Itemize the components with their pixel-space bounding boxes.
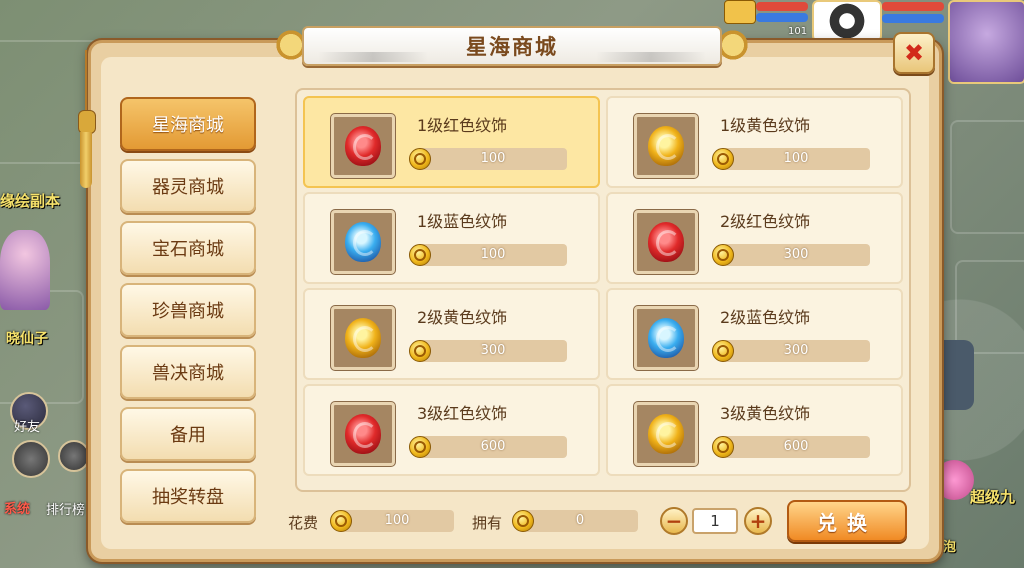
item-price-value: 600 — [480, 439, 506, 454]
item-icon-slot — [331, 306, 395, 370]
item-icon-slot — [331, 114, 395, 178]
red-gem-icon — [345, 126, 381, 166]
treasure-icon[interactable] — [724, 0, 756, 24]
shop-item-card[interactable]: 3级黄色纹饰 600 — [606, 384, 903, 476]
quantity-field[interactable]: 1 — [692, 508, 738, 534]
player-avatar[interactable] — [948, 0, 1024, 84]
minus-icon: − — [665, 509, 683, 533]
decrease-quantity-button[interactable]: − — [660, 507, 688, 535]
item-name: 1级蓝色纹饰 — [417, 212, 508, 231]
item-price-value: 100 — [783, 151, 809, 166]
rank-label[interactable]: 排行榜 — [46, 499, 85, 518]
item-name: 3级黄色纹饰 — [720, 404, 811, 423]
yellow-gem-icon — [345, 318, 381, 358]
item-price: 100 — [409, 244, 567, 266]
floor-tile — [950, 120, 1024, 234]
plus-icon: + — [749, 509, 767, 533]
npc-sprite[interactable] — [0, 230, 50, 310]
friend-label: 好友 — [14, 420, 41, 435]
item-price-value: 300 — [480, 343, 506, 358]
item-name: 1级黄色纹饰 — [720, 116, 811, 135]
pet-portrait[interactable] — [812, 0, 882, 42]
item-name: 2级蓝色纹饰 — [720, 308, 811, 327]
own-display: 0 — [512, 510, 638, 532]
increase-quantity-button[interactable]: + — [744, 507, 772, 535]
close-button[interactable]: ✖ — [893, 32, 935, 74]
scene-label-npc[interactable]: 晓仙子 — [6, 328, 48, 348]
shop-item-card[interactable]: 3级红色纹饰 600 — [303, 384, 600, 476]
item-icon-slot — [634, 402, 698, 466]
item-icon-slot — [331, 402, 395, 466]
chat-icon[interactable] — [12, 440, 50, 478]
scene-label-player[interactable]: 超级九 — [970, 486, 1015, 507]
item-name: 3级红色纹饰 — [417, 404, 508, 423]
item-price-value: 100 — [480, 151, 506, 166]
shop-item-card[interactable]: 2级蓝色纹饰 300 — [606, 288, 903, 380]
tab-0[interactable]: 星海商城 — [120, 97, 256, 151]
item-name: 2级黄色纹饰 — [417, 308, 508, 327]
own-value: 0 — [575, 513, 585, 528]
voice-icon[interactable] — [58, 440, 90, 472]
exchange-label: 兑换 — [817, 510, 877, 535]
blue-gem-icon — [648, 318, 684, 358]
item-name: 2级红色纹饰 — [720, 212, 811, 231]
item-icon-slot — [331, 210, 395, 274]
item-price: 300 — [712, 244, 870, 266]
shop-item-card[interactable]: 1级蓝色纹饰 100 — [303, 192, 600, 284]
mp-bar — [756, 13, 808, 22]
yellow-gem-icon — [648, 414, 684, 454]
item-price: 300 — [409, 340, 567, 362]
item-price: 100 — [712, 148, 870, 170]
tassel-ornament — [74, 50, 98, 190]
shop-item-card[interactable]: 1级黄色纹饰 100 — [606, 96, 903, 188]
item-name: 1级红色纹饰 — [417, 116, 508, 135]
item-price-value: 100 — [480, 247, 506, 262]
item-price: 300 — [712, 340, 870, 362]
window-title: 星海商城 — [466, 35, 558, 59]
close-icon: ✖ — [903, 39, 925, 67]
player-hp-bar — [882, 2, 944, 11]
tab-4[interactable]: 兽决商城 — [120, 345, 256, 399]
item-price: 600 — [409, 436, 567, 458]
red-gem-icon — [648, 222, 684, 262]
shop-item-card[interactable]: 2级黄色纹饰 300 — [303, 288, 600, 380]
hp-bar — [756, 2, 808, 11]
item-price: 600 — [712, 436, 870, 458]
cost-label: 花费 — [288, 514, 319, 532]
tab-2[interactable]: 宝石商城 — [120, 221, 256, 275]
item-price: 100 — [409, 148, 567, 170]
item-icon-slot — [634, 306, 698, 370]
item-grid: 1级红色纹饰 100 1级黄色纹饰 100 1级蓝色纹饰 100 2级红色纹饰 300 2级黄色… — [295, 88, 911, 492]
own-label: 拥有 — [472, 514, 503, 532]
level-text: 101 — [788, 26, 808, 37]
exchange-button[interactable]: 兑换 — [787, 500, 907, 542]
blue-gem-icon — [345, 222, 381, 262]
shop-item-card[interactable]: 1级红色纹饰 100 — [303, 96, 600, 188]
item-price-value: 600 — [783, 439, 809, 454]
cost-display: 100 — [330, 510, 454, 532]
system-channel-label[interactable]: 系统 — [4, 498, 30, 517]
yellow-gem-icon — [648, 126, 684, 166]
item-icon-slot — [634, 114, 698, 178]
item-price-value: 300 — [783, 343, 809, 358]
player-mp-bar — [882, 14, 944, 23]
shop-item-card[interactable]: 2级红色纹饰 300 — [606, 192, 903, 284]
scene-label-dungeon[interactable]: 缘绘副本 — [0, 190, 60, 211]
tab-1[interactable]: 器灵商城 — [120, 159, 256, 213]
item-price-value: 300 — [783, 247, 809, 262]
tab-6[interactable]: 抽奖转盘 — [120, 469, 256, 523]
item-icon-slot — [634, 210, 698, 274]
window-title-bar: 星海商城 — [302, 26, 722, 66]
red-gem-icon — [345, 414, 381, 454]
cost-value: 100 — [384, 513, 410, 528]
tab-3[interactable]: 珍兽商城 — [120, 283, 256, 337]
tab-5[interactable]: 备用 — [120, 407, 256, 461]
